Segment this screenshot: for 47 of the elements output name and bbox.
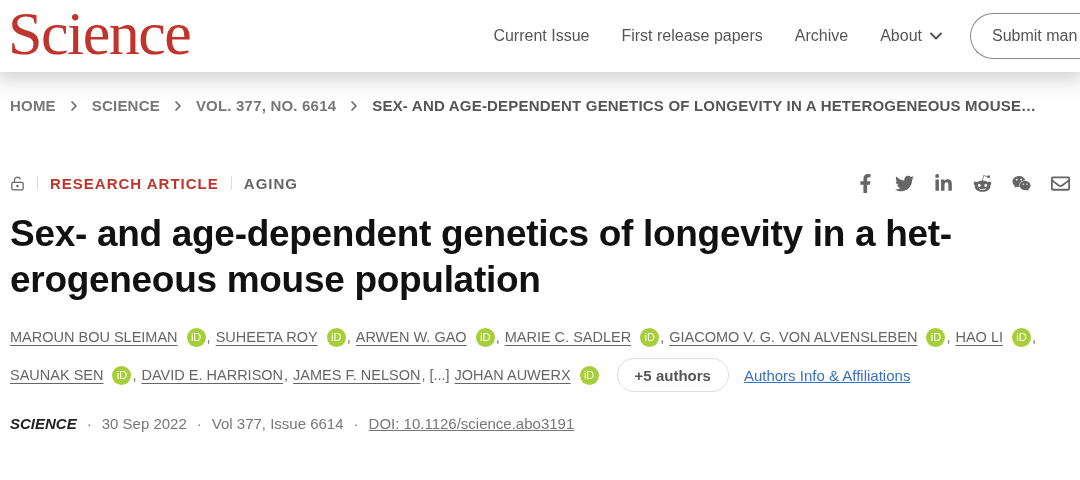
breadcrumb-link[interactable]: VOL. 377, NO. 6614 xyxy=(195,97,337,114)
author-separator: , xyxy=(132,367,137,383)
wechat-icon[interactable] xyxy=(1012,173,1031,193)
author-separator: , xyxy=(946,329,951,345)
article-type[interactable]: RESEARCH ARTICLE xyxy=(50,174,219,192)
nav-link[interactable]: Current Issue xyxy=(493,27,590,45)
author-link[interactable]: GIACOMO V. G. VON ALVENSLEBEN xyxy=(669,329,918,345)
separator-dot: · xyxy=(196,415,202,432)
author-link[interactable]: HAO LI xyxy=(955,329,1003,345)
article-title: Sex- and age-dependent genetics of longevity in a het- erogeneous mouse population xyxy=(10,212,953,302)
author-separator: , xyxy=(206,329,211,345)
author-separator: , xyxy=(495,329,500,345)
author-separator: , xyxy=(1032,329,1036,345)
breadcrumb-link[interactable]: SCIENCE xyxy=(91,97,160,114)
author-link[interactable]: SAUNAK SEN xyxy=(10,367,104,383)
author-link[interactable]: MARIE C. SADLER xyxy=(504,329,632,345)
nav-link[interactable]: Archive xyxy=(794,27,849,45)
author-separator: , xyxy=(660,329,665,345)
submit-button[interactable]: Submit man xyxy=(970,13,1080,59)
separator-dot: · xyxy=(353,415,359,432)
affiliations-link[interactable]: Authors Info & Affiliations xyxy=(743,366,911,384)
author-link[interactable]: DAVID E. HARRISON xyxy=(141,367,284,383)
twitter-icon[interactable] xyxy=(895,173,914,193)
meta-text: Vol 377, Issue 6614 xyxy=(211,415,344,432)
email-icon[interactable] xyxy=(1051,173,1070,193)
nav-link[interactable]: First release papers xyxy=(621,27,763,45)
author-link[interactable]: SUHEETA ROY xyxy=(215,329,318,345)
doi-link[interactable]: DOI: 10.1126/science.abo3191 xyxy=(368,415,575,432)
linkedin-icon[interactable] xyxy=(934,173,953,193)
author-separator: , xyxy=(284,367,289,383)
reddit-icon[interactable] xyxy=(973,173,992,193)
more-authors-button[interactable]: +5 authors xyxy=(616,358,729,392)
author-link[interactable]: JOHAN AUWERX xyxy=(454,367,571,383)
author-separator: , xyxy=(346,329,351,345)
author-link[interactable]: ARWEN W. GAO xyxy=(355,329,467,345)
journal-name: SCIENCE xyxy=(10,415,77,432)
author-link[interactable]: MAROUN BOU SLEIMAN xyxy=(10,329,178,345)
breadcrumb-link[interactable]: HOME xyxy=(10,97,56,114)
about-menu[interactable]: About xyxy=(880,26,946,46)
meta-text: 30 Sep 2022 xyxy=(101,415,187,432)
separator-dot: · xyxy=(86,415,92,432)
subject-tag[interactable]: AGING xyxy=(243,174,298,192)
breadcrumb-link[interactable]: SEX- AND AGE-DEPENDENT GENETICS OF LONGEVITY IN A HETEROGENEOUS MOUSE… xyxy=(372,97,1037,114)
author-link[interactable]: JAMES F. NELSON xyxy=(293,367,421,383)
lock-icon xyxy=(10,175,25,191)
author-separator: , [...] xyxy=(421,367,450,383)
science-logo[interactable]: Science xyxy=(0,2,191,64)
